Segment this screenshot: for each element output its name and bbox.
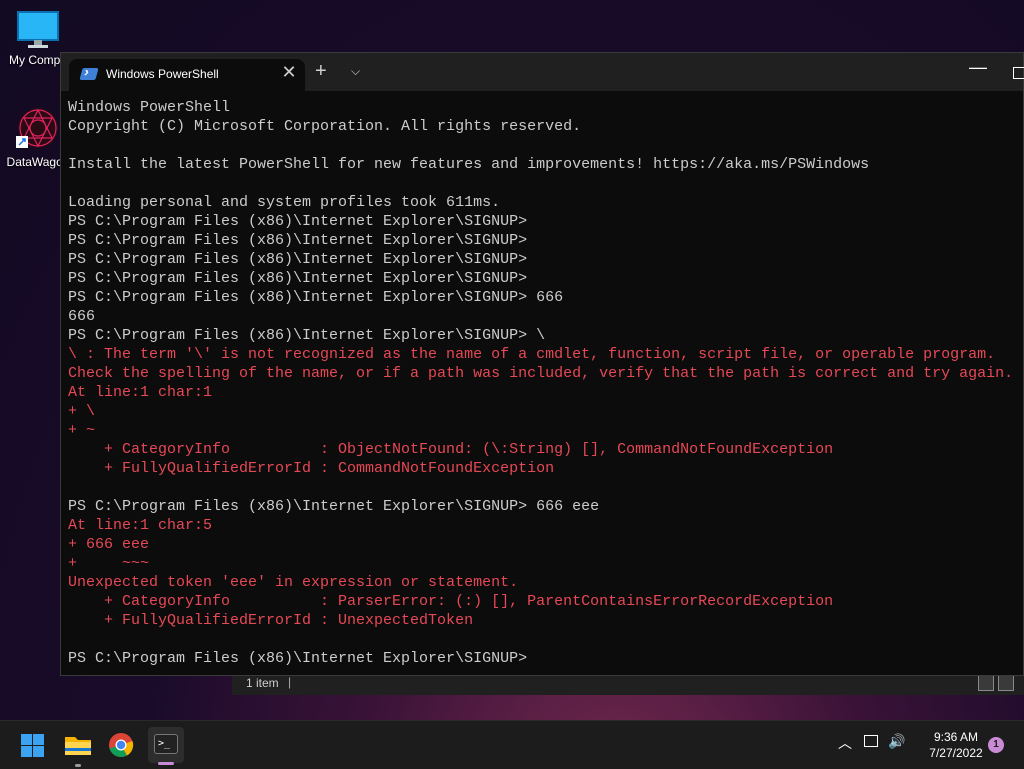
- active-indicator: [158, 762, 174, 765]
- console-error-line: At line:1 char:1: [68, 384, 213, 401]
- console-error-line: + ~~~: [68, 555, 150, 572]
- details-view-icon[interactable]: [978, 675, 994, 691]
- console-error-line: Unexpected token 'eee' in expression or …: [68, 574, 519, 591]
- windows-logo-icon: [21, 734, 32, 745]
- console-line: PS C:\Program Files (x86)\Internet Explo…: [68, 289, 564, 306]
- console-line: PS C:\Program Files (x86)\Internet Explo…: [68, 498, 600, 515]
- notification-badge[interactable]: 1: [988, 737, 1004, 753]
- datawagon-logo-icon: [16, 108, 58, 148]
- console-error-line: + CategoryInfo : ParserError: (:) [], Pa…: [68, 593, 834, 610]
- console-error-line: + FullyQualifiedErrorId : CommandNotFoun…: [68, 460, 555, 477]
- view-toggles: [978, 675, 1014, 691]
- console-line: PS C:\Program Files (x86)\Internet Explo…: [68, 213, 528, 230]
- console-error-line: + \: [68, 403, 96, 420]
- console-error-line: + CategoryInfo : ObjectNotFound: (\:Stri…: [68, 441, 834, 458]
- windows-logo-icon: [33, 746, 44, 757]
- maximize-button[interactable]: [1013, 67, 1024, 79]
- terminal-icon: >_: [154, 734, 178, 754]
- tab-close-button[interactable]: ✕: [279, 62, 299, 83]
- new-tab-button[interactable]: +: [315, 61, 327, 81]
- volume-icon[interactable]: 🔊: [888, 733, 905, 750]
- tab-windows-powershell[interactable]: Windows PowerShell ✕: [69, 59, 305, 91]
- console-error-line: + ~: [68, 422, 96, 439]
- chrome-icon: [109, 733, 134, 758]
- item-count: 1 item: [246, 676, 279, 690]
- windows-logo-icon: [33, 734, 44, 745]
- console-line: Windows PowerShell: [68, 99, 231, 116]
- clock-date: 7/27/2022: [929, 746, 983, 760]
- network-icon[interactable]: [864, 735, 878, 747]
- powershell-icon: [79, 68, 99, 80]
- file-explorer-button[interactable]: [62, 729, 94, 767]
- console-line: Loading personal and system profiles too…: [68, 194, 501, 211]
- console-line: PS C:\Program Files (x86)\Internet Explo…: [68, 327, 546, 344]
- console-output[interactable]: Windows PowerShell Copyright (C) Microsof…: [68, 98, 1023, 668]
- clock[interactable]: 9:36 AM 7/27/2022: [920, 729, 992, 761]
- title-bar[interactable]: Windows PowerShell ✕ + ⌵ —: [61, 53, 1024, 91]
- clock-time: 9:36 AM: [933, 730, 979, 744]
- console-line: 666: [68, 308, 96, 325]
- tab-title: Windows PowerShell: [106, 67, 219, 81]
- console-line: PS C:\Program Files (x86)\Internet Explo…: [68, 650, 528, 667]
- console-line: Install the latest PowerShell for new fe…: [68, 156, 870, 173]
- running-indicator: [75, 764, 81, 767]
- console-error-line: + 666 eee: [68, 536, 150, 553]
- start-button[interactable]: [18, 729, 50, 761]
- folder-icon: [65, 737, 91, 755]
- console-line: PS C:\Program Files (x86)\Internet Explo…: [68, 251, 528, 268]
- windows-logo-icon: [21, 746, 32, 757]
- console-error-line: + FullyQualifiedErrorId : UnexpectedToke…: [68, 612, 474, 629]
- console-line: PS C:\Program Files (x86)\Internet Explo…: [68, 232, 528, 249]
- monitor-icon: [17, 11, 59, 48]
- console-error-line: \ : The term '\' is not recognized as th…: [68, 346, 996, 363]
- console-line: Copyright (C) Microsoft Corporation. All…: [68, 118, 582, 135]
- terminal-taskbar-button[interactable]: >_: [148, 727, 184, 765]
- show-hidden-icons-button[interactable]: ︿: [838, 733, 852, 753]
- minimize-button[interactable]: —: [969, 57, 987, 78]
- console-line: PS C:\Program Files (x86)\Internet Explo…: [68, 270, 528, 287]
- large-icons-view-icon[interactable]: [998, 675, 1014, 691]
- tab-dropdown-button[interactable]: ⌵: [351, 64, 360, 79]
- status-separator: |: [288, 675, 292, 689]
- chrome-button[interactable]: [105, 729, 137, 761]
- terminal-window: Windows PowerShell ✕ + ⌵ — Windows Power…: [60, 52, 1024, 676]
- taskbar: >_ ︿ 🔊 9:36 AM 7/27/2022 1: [0, 720, 1024, 769]
- console-error-line: At line:1 char:5: [68, 517, 213, 534]
- console-error-line: Check the spelling of the name, or if a …: [68, 365, 1014, 382]
